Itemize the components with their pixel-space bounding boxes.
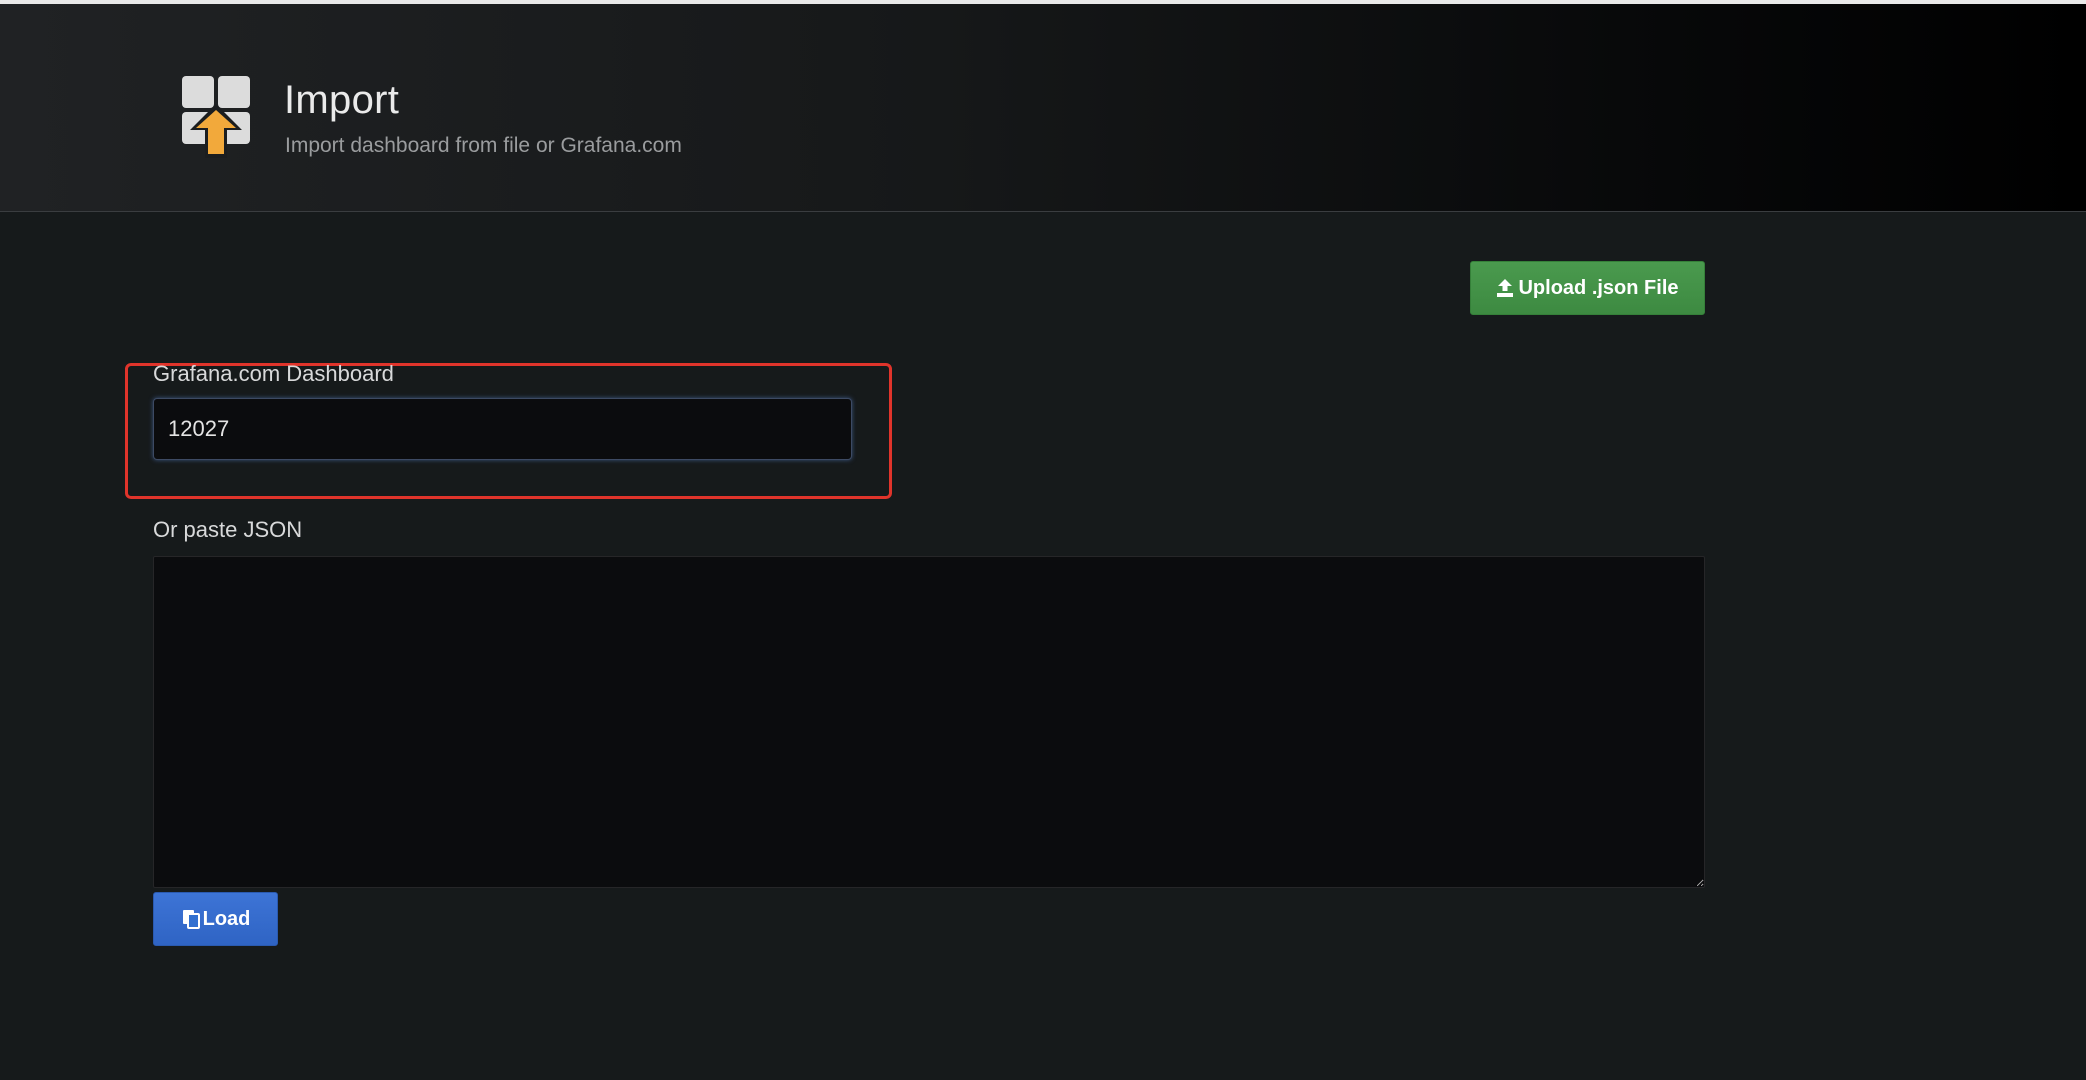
- import-dashboard-icon: [182, 76, 250, 158]
- upload-json-file-button[interactable]: Upload .json File: [1470, 261, 1705, 315]
- copy-icon: [182, 910, 200, 929]
- paste-json-label: Or paste JSON: [153, 517, 303, 542]
- paste-json-textarea[interactable]: [153, 556, 1705, 888]
- upload-icon: [1497, 279, 1514, 297]
- upload-button-label: Upload .json File: [1518, 276, 1679, 299]
- grafana-dashboard-label: Grafana.com Dashboard: [153, 361, 394, 386]
- page-header: Import Import dashboard from file or Gra…: [0, 4, 2086, 212]
- load-button[interactable]: Load: [153, 892, 278, 946]
- page-subtitle: Import dashboard from file or Grafana.co…: [285, 134, 682, 157]
- grafana-dashboard-input[interactable]: [153, 398, 852, 460]
- import-form: Upload .json File Grafana.com Dashboard …: [0, 213, 2086, 1080]
- load-button-label: Load: [202, 907, 251, 930]
- page-title: Import: [284, 78, 400, 122]
